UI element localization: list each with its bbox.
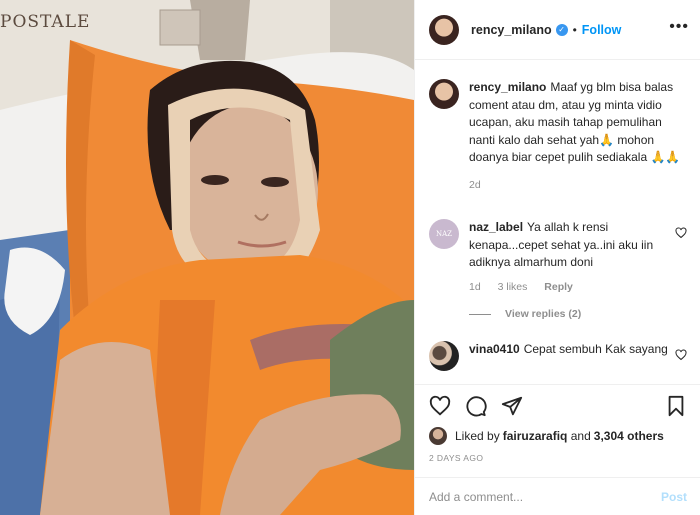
liked-by-and: and — [570, 429, 591, 443]
header-separator: • — [572, 22, 577, 37]
reply-button[interactable]: Reply — [544, 281, 573, 293]
bookmark-icon — [668, 395, 684, 417]
comment-username[interactable]: vina0410 — [469, 342, 520, 356]
caption: rency_milano Maaf yg blm bisa balas comen… — [429, 79, 687, 191]
post-side-panel: rency_milano ✓ • Follow ••• rency_milano… — [414, 0, 700, 515]
comments-section[interactable]: rency_milano Maaf yg blm bisa balas comen… — [415, 61, 700, 384]
post-comment-button[interactable]: Post — [661, 490, 687, 504]
liked-by-prefix: Liked by — [455, 429, 500, 443]
action-icons — [429, 395, 523, 417]
post-timestamp[interactable]: 2 DAYS AGO — [429, 453, 483, 463]
avatar-logo-text: NAZ — [435, 230, 453, 238]
post-header: rency_milano ✓ • Follow ••• — [415, 0, 700, 60]
like-heart-icon[interactable] — [429, 395, 451, 417]
heart-icon[interactable] — [675, 349, 687, 361]
view-replies-button[interactable]: View replies (2) — [469, 308, 581, 320]
post-actions: Liked by fairuzarafiq and 3,304 others 2 D… — [415, 384, 700, 515]
caption-avatar[interactable] — [429, 79, 459, 109]
liked-by-text: Liked by fairuzarafiq and 3,304 others — [455, 429, 664, 443]
comment-body: vina0410 Cepat sembuh Kak sayang — [469, 341, 687, 359]
comment-body: naz_label Ya allah k rensi kenapa...cepet… — [469, 219, 687, 272]
photo-illustration — [0, 0, 414, 515]
caption-meta: 2d — [469, 179, 687, 191]
share-paper-plane-icon[interactable] — [501, 395, 523, 417]
comment-likes[interactable]: 3 likes — [498, 281, 528, 293]
add-comment-bar: Post — [415, 477, 700, 515]
owner-username[interactable]: rency_milano — [471, 23, 552, 37]
caption-username[interactable]: rency_milano — [469, 80, 546, 94]
follow-button[interactable]: Follow — [582, 23, 622, 37]
comment-item: NAZ naz_label Ya allah k rensi kenapa...c… — [429, 219, 687, 293]
instagram-post: POSTALE rency_milano ✓ • Follow ••• renc… — [0, 0, 700, 515]
liked-by-count[interactable]: 3,304 others — [594, 429, 664, 443]
liker-avatar[interactable] — [429, 427, 447, 445]
owner-avatar[interactable] — [429, 14, 459, 45]
more-options-icon[interactable]: ••• — [669, 19, 689, 35]
caption-body: rency_milano Maaf yg blm bisa balas comen… — [469, 79, 687, 167]
background-wall-text: POSTALE — [0, 12, 91, 32]
comment-avatar[interactable]: NAZ — [429, 219, 459, 249]
comment-item: vina0410 Cepat sembuh Kak sayang — [429, 341, 687, 371]
view-replies-label: View replies (2) — [505, 308, 582, 320]
add-comment-input[interactable] — [429, 490, 661, 504]
liked-by-user[interactable]: fairuzarafiq — [503, 429, 568, 443]
comment-age[interactable]: 1d — [469, 281, 481, 293]
comment-text: Cepat sembuh Kak sayang — [523, 342, 668, 356]
post-photo[interactable]: POSTALE — [0, 0, 414, 515]
caption-age[interactable]: 2d — [469, 179, 481, 191]
bookmark-button[interactable] — [665, 395, 687, 420]
comment-meta: 1d 3 likes Reply — [469, 281, 687, 293]
heart-icon[interactable] — [675, 227, 687, 239]
verified-badge-icon: ✓ — [555, 23, 568, 36]
comment-avatar[interactable] — [429, 341, 459, 371]
view-replies-line — [469, 313, 491, 315]
comment-username[interactable]: naz_label — [469, 220, 523, 234]
liked-by-summary: Liked by fairuzarafiq and 3,304 others — [429, 427, 664, 445]
comment-bubble-icon[interactable] — [465, 395, 487, 417]
